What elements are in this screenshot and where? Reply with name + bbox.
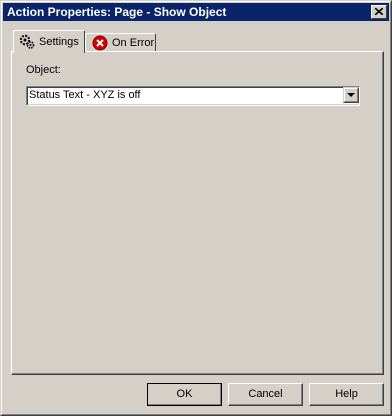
tab-settings[interactable]: Settings — [13, 30, 85, 53]
help-button[interactable]: Help — [309, 383, 384, 406]
title-bar[interactable]: Action Properties: Page - Show Object — [3, 3, 389, 21]
dropdown-arrow-button[interactable] — [343, 87, 359, 103]
tab-on-error-label: On Error — [112, 37, 155, 49]
settings-panel: Object: Status Text - XYZ is off — [11, 51, 384, 375]
object-label: Object: — [26, 64, 61, 76]
gear-icon — [19, 34, 35, 53]
close-icon — [375, 8, 383, 15]
ok-button[interactable]: OK — [147, 383, 222, 406]
dialog-window: Action Properties: Page - Show Object Se… — [0, 0, 392, 416]
tab-on-error[interactable]: On Error — [85, 33, 156, 52]
window-title: Action Properties: Page - Show Object — [7, 5, 227, 19]
cancel-button[interactable]: Cancel — [228, 383, 303, 406]
object-dropdown-value: Status Text - XYZ is off — [29, 89, 141, 101]
close-button[interactable] — [371, 5, 387, 19]
object-dropdown[interactable]: Status Text - XYZ is off — [26, 86, 360, 106]
chevron-down-icon — [347, 93, 355, 97]
tab-settings-label: Settings — [39, 36, 79, 48]
